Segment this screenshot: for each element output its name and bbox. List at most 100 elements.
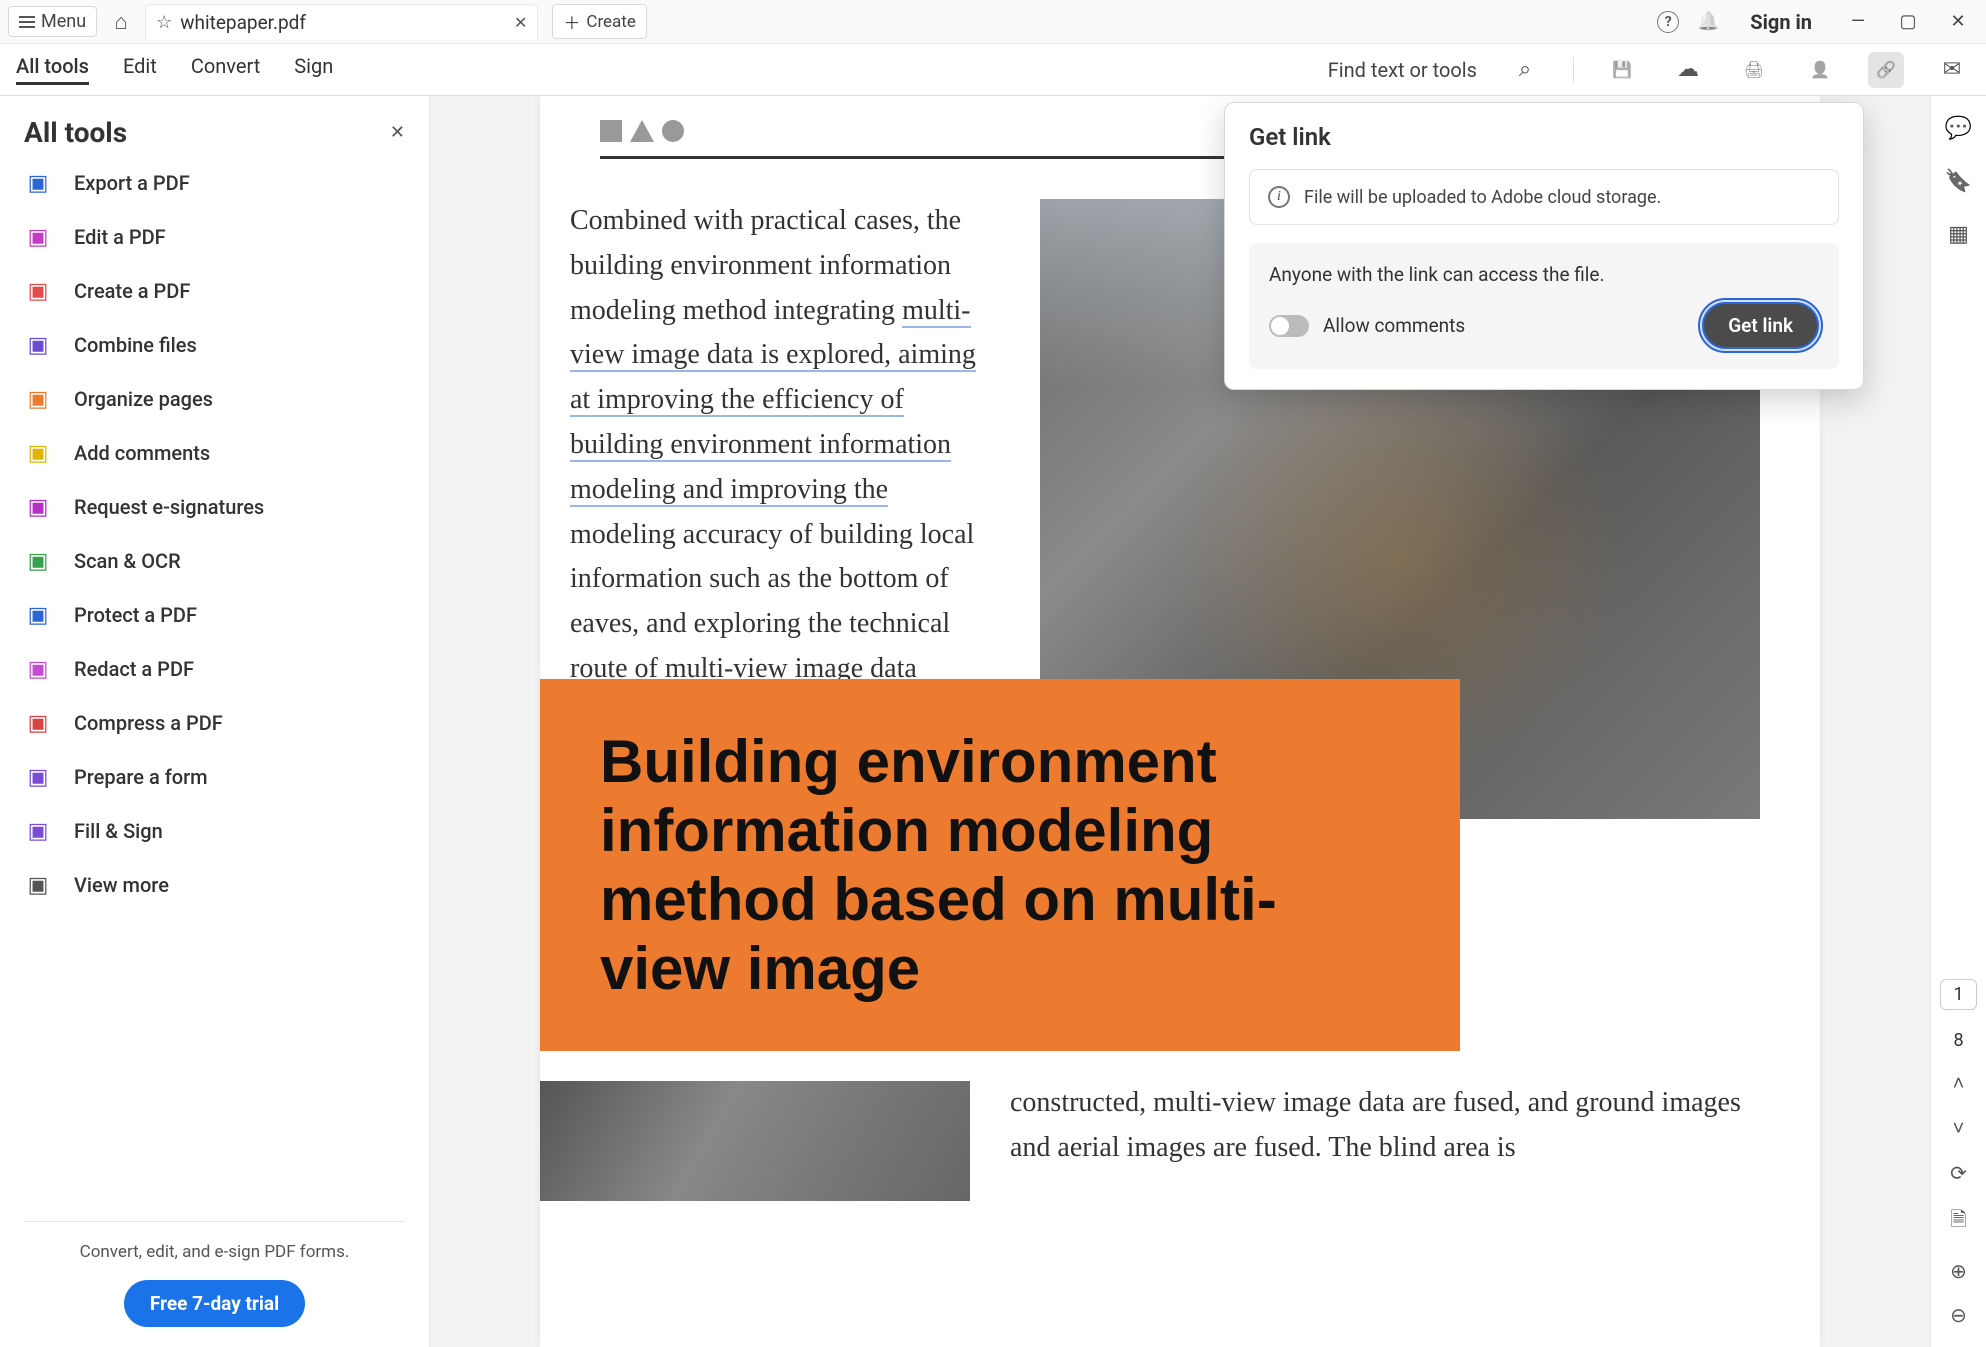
toggle-knob	[1271, 317, 1289, 335]
tool-label: Prepare a form	[74, 765, 208, 789]
tool-organize-pages[interactable]: ▣ Organize pages	[24, 385, 405, 413]
close-tab-button[interactable]: ✕	[514, 13, 527, 32]
page-down-button[interactable]	[1953, 1116, 1965, 1141]
get-link-button[interactable]: Get link	[1702, 302, 1819, 349]
tool-view-more[interactable]: ▣ View more	[24, 871, 405, 899]
tool-label: Fill & Sign	[74, 819, 163, 843]
tool-combine-files[interactable]: ▣ Combine files	[24, 331, 405, 359]
comments-panel-icon[interactable]	[1945, 116, 1972, 141]
tail-paragraph: constructed, multi-view image data are f…	[1010, 1081, 1760, 1201]
tool-icon: ▣	[24, 493, 52, 521]
tool-label: Create a PDF	[74, 279, 190, 303]
tool-fill-sign[interactable]: ▣ Fill & Sign	[24, 817, 405, 845]
file-name: whitepaper.pdf	[180, 11, 306, 34]
tool-label: View more	[74, 873, 169, 897]
info-text: File will be uploaded to Adobe cloud sto…	[1304, 187, 1661, 208]
secondary-image	[540, 1081, 970, 1201]
all-tools-panel: All tools ✕ ▣ Export a PDF ▣ Edit a PDF ▣ Cre…	[0, 96, 430, 1347]
window-maximize-button[interactable]	[1898, 11, 1918, 32]
info-icon: i	[1268, 186, 1290, 208]
rotate-button[interactable]	[1950, 1161, 1967, 1185]
tool-create-a-pdf[interactable]: ▣ Create a PDF	[24, 277, 405, 305]
email-icon[interactable]	[1934, 52, 1970, 88]
tool-icon: ▣	[24, 709, 52, 737]
tool-label: Combine files	[74, 333, 197, 357]
headline-text: Building environment information modelin…	[600, 727, 1400, 1003]
window-close-button[interactable]	[1948, 11, 1968, 32]
tool-edit-a-pdf[interactable]: ▣ Edit a PDF	[24, 223, 405, 251]
free-trial-button[interactable]: Free 7-day trial	[124, 1280, 305, 1327]
menu-sign[interactable]: Sign	[294, 54, 333, 85]
zoom-in-button[interactable]	[1950, 1259, 1967, 1283]
toggle-label: Allow comments	[1323, 314, 1465, 337]
tool-label: Redact a PDF	[74, 657, 194, 681]
tool-icon: ▣	[24, 223, 52, 251]
add-person-icon[interactable]	[1802, 52, 1838, 88]
tool-label: Export a PDF	[74, 171, 190, 195]
create-label: Create	[586, 12, 636, 32]
tool-icon: ▣	[24, 277, 52, 305]
menu-label: Menu	[41, 11, 86, 32]
tool-compress-a-pdf[interactable]: ▣ Compress a PDF	[24, 709, 405, 737]
sidebar-title: All tools	[24, 116, 127, 149]
search-icon[interactable]	[1507, 52, 1543, 88]
tool-prepare-a-form[interactable]: ▣ Prepare a form	[24, 763, 405, 791]
tool-scan-ocr[interactable]: ▣Scan & OCR	[24, 547, 405, 575]
tool-protect-a-pdf[interactable]: ▣Protect a PDF	[24, 601, 405, 629]
toggle-track	[1269, 315, 1309, 337]
close-sidebar-button[interactable]: ✕	[390, 122, 405, 143]
menu-edit[interactable]: Edit	[123, 54, 157, 85]
divider	[1573, 57, 1574, 83]
menu-all-tools[interactable]: All tools	[16, 54, 89, 85]
save-icon[interactable]	[1604, 52, 1640, 88]
page-up-button[interactable]	[1953, 1071, 1965, 1096]
sign-in-link[interactable]: Sign in	[1750, 10, 1812, 34]
notifications-icon[interactable]	[1692, 6, 1724, 38]
hamburger-icon	[19, 16, 35, 28]
link-icon[interactable]	[1868, 52, 1904, 88]
menu-button[interactable]: Menu	[8, 6, 97, 37]
window-minimize-button[interactable]	[1848, 11, 1868, 32]
document-canvas[interactable]: Combined with practical cases, the build…	[430, 96, 1930, 1347]
get-link-popover: Get link i File will be uploaded to Adob…	[1224, 102, 1864, 390]
access-text: Anyone with the link can access the file…	[1269, 263, 1605, 286]
create-button[interactable]: ＋ Create	[552, 4, 647, 39]
menu-convert[interactable]: Convert	[191, 54, 260, 85]
thumbnails-panel-icon[interactable]	[1948, 222, 1969, 247]
tool-icon: ▣	[24, 817, 52, 845]
tool-icon: ▣	[24, 169, 52, 197]
tool-icon: ▣	[24, 655, 52, 683]
tool-label: Compress a PDF	[74, 711, 223, 735]
tool-label: Edit a PDF	[74, 225, 166, 249]
tool-icon: ▣	[24, 439, 52, 467]
home-button[interactable]	[105, 6, 137, 38]
tool-add-comments[interactable]: ▣ Add comments	[24, 439, 405, 467]
print-icon[interactable]	[1736, 52, 1772, 88]
tool-label: Add comments	[74, 441, 210, 465]
find-label: Find text or tools	[1328, 58, 1477, 82]
help-icon[interactable]	[1652, 6, 1684, 38]
tool-redact-a-pdf[interactable]: ▣ Redact a PDF	[24, 655, 405, 683]
fit-page-button[interactable]	[1950, 1205, 1966, 1239]
tool-label: Request e-signatures	[74, 495, 264, 519]
info-banner: i File will be uploaded to Adobe cloud s…	[1249, 169, 1839, 225]
headline-band: Building environment information modelin…	[540, 679, 1460, 1051]
tool-icon: ▣	[24, 871, 52, 899]
tool-label: Organize pages	[74, 387, 213, 411]
current-page-input[interactable]: 1	[1940, 979, 1976, 1010]
sidebar-footer-note: Convert, edit, and e-sign PDF forms.	[24, 1242, 405, 1262]
allow-comments-toggle[interactable]: Allow comments	[1269, 314, 1465, 337]
tool-icon: ▣	[24, 331, 52, 359]
tool-icon: ▣	[24, 763, 52, 791]
square-icon	[600, 120, 622, 142]
tool-label: Protect a PDF	[74, 603, 197, 627]
tool-export-a-pdf[interactable]: ▣ Export a PDF	[24, 169, 405, 197]
cloud-upload-icon[interactable]	[1670, 52, 1706, 88]
total-pages: 8	[1953, 1030, 1963, 1051]
tool-icon: ▣	[24, 385, 52, 413]
zoom-out-button[interactable]	[1950, 1303, 1967, 1327]
bookmark-panel-icon[interactable]	[1945, 169, 1972, 194]
tool-request-e-signatures[interactable]: ▣ Request e-signatures	[24, 493, 405, 521]
star-icon[interactable]: ☆	[156, 12, 172, 33]
file-tab[interactable]: ☆ whitepaper.pdf ✕	[145, 4, 538, 40]
